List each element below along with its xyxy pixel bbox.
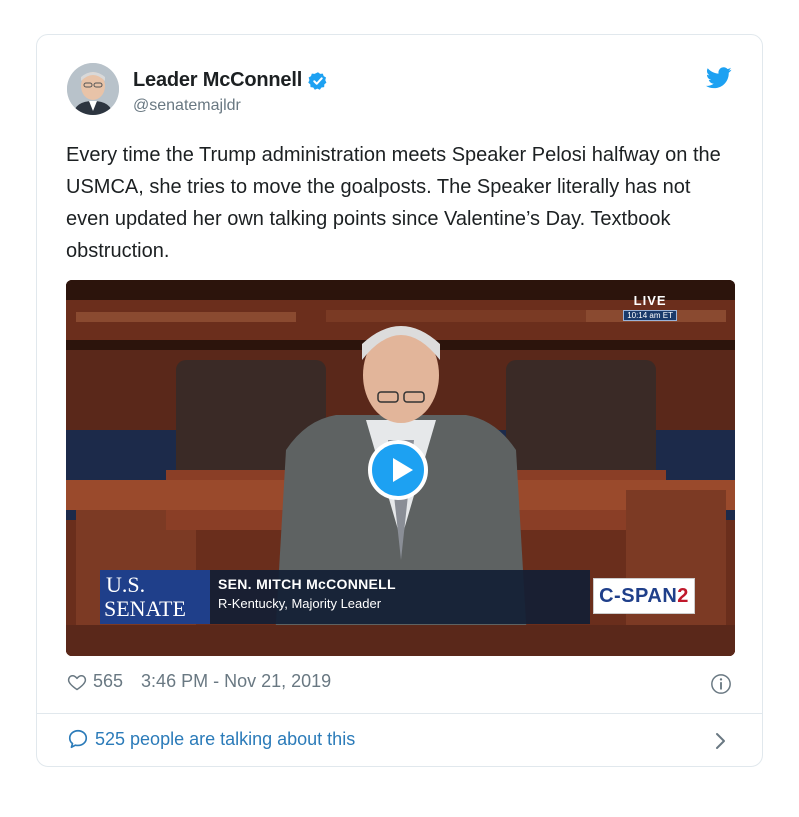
video-player[interactable]: LIVE 10:14 am ET U.S. SENATE SEN. MITCH … xyxy=(66,280,735,656)
speaker-title: R-Kentucky, Majority Leader xyxy=(218,596,382,611)
author-row: Leader McConnell xyxy=(133,69,328,92)
heart-icon[interactable] xyxy=(67,672,87,692)
play-icon xyxy=(393,458,413,482)
avatar[interactable] xyxy=(67,63,119,115)
live-label: LIVE xyxy=(633,293,667,308)
senate-logo-line1: U.S. xyxy=(106,572,146,597)
speaker-lower-third: SEN. MITCH McCONNELL R-Kentucky, Majorit… xyxy=(210,570,590,624)
senate-logo-line2: SENATE xyxy=(104,596,186,621)
author-name[interactable]: Leader McConnell xyxy=(133,69,302,92)
author-handle[interactable]: @senatemajldr xyxy=(133,97,241,115)
cspan-logo: C-SPAN2 xyxy=(593,578,695,614)
twitter-bird-icon[interactable] xyxy=(706,67,732,89)
tweet-timestamp[interactable]: 3:46 PM - Nov 21, 2019 xyxy=(141,671,331,692)
cspan-network: C-SPAN xyxy=(599,585,678,607)
tweet-meta: 565 3:46 PM - Nov 21, 2019 xyxy=(67,671,331,692)
like-count[interactable]: 565 xyxy=(93,671,123,692)
speech-bubble-icon xyxy=(68,729,88,749)
talking-count: 525 people are talking about this xyxy=(95,728,356,749)
speaker-name: SEN. MITCH McCONNELL xyxy=(218,576,396,592)
info-icon[interactable] xyxy=(710,673,732,695)
cspan-number: 2 xyxy=(677,585,689,607)
senate-logo: U.S. SENATE xyxy=(100,570,210,624)
live-indicator: LIVE 10:14 am ET xyxy=(623,293,677,321)
avatar-image xyxy=(67,63,119,115)
conversation-link[interactable]: 525 people are talking about this xyxy=(67,728,355,750)
tweet-text: Every time the Trump administration meet… xyxy=(66,144,721,262)
divider xyxy=(37,713,762,714)
verified-badge-icon xyxy=(308,71,327,90)
chevron-right-icon[interactable] xyxy=(714,731,728,751)
live-time: 10:14 am ET xyxy=(623,310,677,321)
tweet-card: Leader McConnell @senatemajldr Every tim… xyxy=(36,34,763,767)
play-button[interactable] xyxy=(368,440,428,500)
